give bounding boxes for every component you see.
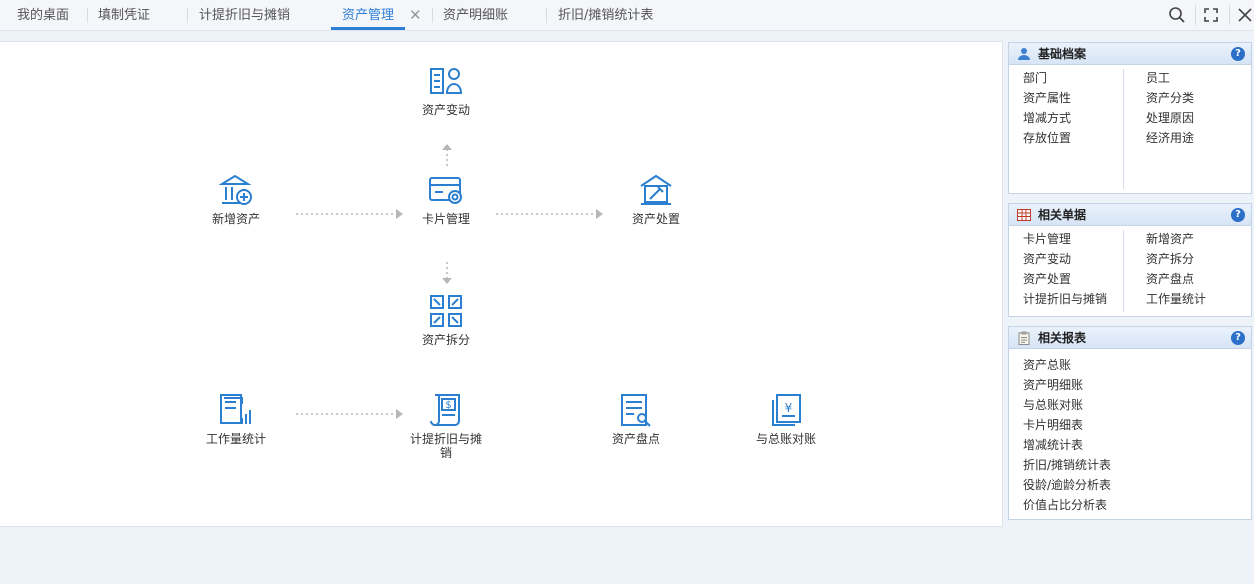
node-reconcile-ledger-label: 与总账对账 bbox=[755, 432, 816, 446]
panel-related-docs-title: 相关单据 bbox=[1038, 208, 1087, 222]
panel-related-reports-body: 资产总账 资产明细账 与总账对账 卡片明细表 增减统计表 折旧/摊销统计表 役龄… bbox=[1009, 349, 1251, 519]
link-asset-category[interactable]: 资产分类 bbox=[1146, 91, 1194, 105]
tab-fill-voucher[interactable]: 填制凭证 bbox=[98, 0, 150, 31]
tab-separator bbox=[87, 8, 88, 23]
node-workload-stats-label: 工作量统计 bbox=[205, 432, 266, 446]
reconcile-ledger-icon: ¥ bbox=[772, 394, 801, 426]
node-card-management-label: 卡片管理 bbox=[421, 212, 470, 226]
column-divider bbox=[1123, 230, 1124, 312]
node-new-asset[interactable]: 新增资产 bbox=[186, 172, 286, 226]
link-storage-location[interactable]: 存放位置 bbox=[1023, 131, 1071, 145]
workload-stats-icon bbox=[220, 394, 251, 424]
depreciation-icon: $ bbox=[430, 394, 460, 426]
asset-change-icon bbox=[430, 68, 463, 94]
asset-disposal-icon bbox=[640, 174, 672, 205]
node-asset-disposal[interactable]: 资产处置 bbox=[606, 172, 706, 226]
tab-asset-management-label: 资产管理 bbox=[342, 8, 395, 23]
link-asset-change[interactable]: 资产变动 bbox=[1023, 252, 1071, 266]
column-divider bbox=[1123, 69, 1124, 189]
search-icon[interactable] bbox=[1166, 4, 1188, 26]
link-service-age-analysis[interactable]: 役龄/逾龄分析表 bbox=[1023, 478, 1111, 492]
arrow-new-to-card bbox=[296, 209, 403, 219]
node-card-management[interactable]: 卡片管理 bbox=[396, 172, 496, 226]
link-change-stats-report[interactable]: 增减统计表 bbox=[1023, 438, 1083, 452]
tab-my-desktop[interactable]: 我的桌面 bbox=[17, 0, 69, 31]
tab-asset-ledger[interactable]: 资产明细账 bbox=[443, 0, 508, 31]
link-asset-general-ledger[interactable]: 资产总账 bbox=[1023, 358, 1071, 372]
arrow-up bbox=[442, 144, 452, 166]
arrow-down bbox=[442, 262, 452, 284]
link-value-share-analysis[interactable]: 价值占比分析表 bbox=[1023, 498, 1107, 512]
tab-separator bbox=[546, 8, 547, 23]
toolbar-separator bbox=[1195, 5, 1196, 25]
link-economic-use[interactable]: 经济用途 bbox=[1146, 131, 1194, 145]
link-asset-attribute[interactable]: 资产属性 bbox=[1023, 91, 1071, 105]
node-asset-disposal-label: 资产处置 bbox=[631, 212, 680, 226]
fullscreen-icon[interactable] bbox=[1200, 4, 1222, 26]
tab-close-icon[interactable]: ✕ bbox=[409, 5, 422, 25]
help-icon[interactable]: ? bbox=[1231, 208, 1245, 222]
panel-related-reports-title: 相关报表 bbox=[1038, 331, 1087, 345]
node-reconcile-ledger[interactable]: ¥ 与总账对账 bbox=[736, 392, 836, 446]
node-asset-inventory-label: 资产盘点 bbox=[611, 432, 660, 446]
panel-basic-files-title: 基础档案 bbox=[1038, 47, 1087, 61]
panel-related-reports-header: 相关报表 ? bbox=[1009, 327, 1251, 349]
tab-separator bbox=[432, 8, 433, 23]
card-management-icon bbox=[429, 177, 462, 204]
tab-separator bbox=[187, 8, 188, 23]
panel-basic-files-header: 基础档案 ? bbox=[1009, 43, 1251, 65]
svg-text:¥: ¥ bbox=[785, 401, 793, 415]
user-icon bbox=[1018, 48, 1030, 60]
link-asset-split[interactable]: 资产拆分 bbox=[1146, 252, 1194, 266]
link-department[interactable]: 部门 bbox=[1023, 71, 1047, 85]
tab-asset-management[interactable]: 资产管理 bbox=[331, 0, 406, 31]
toolbar-separator bbox=[1229, 5, 1230, 25]
node-workload-stats[interactable]: 工作量统计 bbox=[186, 392, 286, 446]
panel-basic-files-body: 部门 资产属性 增减方式 存放位置 员工 资产分类 处理原因 经济用途 bbox=[1009, 65, 1251, 193]
link-change-method[interactable]: 增减方式 bbox=[1023, 111, 1071, 125]
table-icon bbox=[1017, 209, 1031, 221]
help-icon[interactable]: ? bbox=[1231, 47, 1245, 61]
asset-flow-canvas: 资产变动 新增资产 卡片管理 资产处置 资产拆分 工作量统计 $ 计提折旧与摊 … bbox=[0, 41, 1003, 527]
panel-related-docs-body: 卡片管理 资产变动 资产处置 计提折旧与摊销 新增资产 资产拆分 资产盘点 工作… bbox=[1009, 226, 1251, 316]
active-tab-indicator bbox=[331, 27, 406, 30]
node-asset-inventory[interactable]: 资产盘点 bbox=[586, 392, 686, 446]
node-asset-split-label: 资产拆分 bbox=[421, 333, 470, 347]
node-depreciation[interactable]: $ 计提折旧与摊 销 bbox=[396, 392, 496, 460]
tab-bar: 我的桌面 填制凭证 计提折旧与摊销 资产管理 ✕ 资产明细账 折旧/摊销统计表 bbox=[0, 0, 1254, 31]
arrow-card-to-disposal bbox=[496, 209, 603, 219]
link-employee[interactable]: 员工 bbox=[1146, 71, 1170, 85]
close-icon[interactable] bbox=[1234, 4, 1254, 26]
node-depreciation-label-line2: 销 bbox=[439, 446, 452, 460]
link-handling-reason[interactable]: 处理原因 bbox=[1146, 111, 1194, 125]
link-asset-inventory[interactable]: 资产盘点 bbox=[1146, 272, 1194, 286]
panel-related-reports: 相关报表 ? 资产总账 资产明细账 与总账对账 卡片明细表 增减统计表 折旧/摊… bbox=[1008, 326, 1252, 520]
link-card-detail-report[interactable]: 卡片明细表 bbox=[1023, 418, 1083, 432]
new-asset-icon bbox=[218, 174, 252, 205]
arrow-workload-to-depreciation bbox=[296, 409, 403, 419]
panel-related-docs: 相关单据 ? 卡片管理 资产变动 资产处置 计提折旧与摊销 新增资产 资产拆分 … bbox=[1008, 203, 1252, 317]
link-asset-disposal[interactable]: 资产处置 bbox=[1023, 272, 1071, 286]
help-icon[interactable]: ? bbox=[1231, 331, 1245, 345]
clipboard-icon bbox=[1018, 331, 1030, 345]
node-asset-change-label: 资产变动 bbox=[421, 103, 470, 117]
tab-depreciation-stats[interactable]: 折旧/摊销统计表 bbox=[558, 0, 653, 31]
link-reconcile-ledger[interactable]: 与总账对账 bbox=[1023, 398, 1083, 412]
tab-depreciation[interactable]: 计提折旧与摊销 bbox=[199, 0, 290, 31]
panel-basic-files: 基础档案 ? 部门 资产属性 增减方式 存放位置 员工 资产分类 处理原因 经济… bbox=[1008, 42, 1252, 194]
node-asset-change[interactable]: 资产变动 bbox=[396, 63, 496, 117]
node-new-asset-label: 新增资产 bbox=[211, 212, 260, 226]
link-workload-stats[interactable]: 工作量统计 bbox=[1146, 292, 1206, 306]
link-card-management[interactable]: 卡片管理 bbox=[1023, 232, 1071, 246]
asset-split-icon bbox=[430, 295, 462, 327]
link-new-asset[interactable]: 新增资产 bbox=[1146, 232, 1194, 246]
panel-related-docs-header: 相关单据 ? bbox=[1009, 204, 1251, 226]
link-depreciation-stats-report[interactable]: 折旧/摊销统计表 bbox=[1023, 458, 1111, 472]
link-depreciation[interactable]: 计提折旧与摊销 bbox=[1023, 292, 1107, 306]
asset-inventory-icon bbox=[621, 394, 651, 427]
node-asset-split[interactable]: 资产拆分 bbox=[396, 293, 496, 347]
node-depreciation-label-line1: 计提折旧与摊 bbox=[409, 432, 482, 446]
svg-text:$: $ bbox=[445, 400, 451, 411]
link-asset-detail-ledger[interactable]: 资产明细账 bbox=[1023, 378, 1083, 392]
